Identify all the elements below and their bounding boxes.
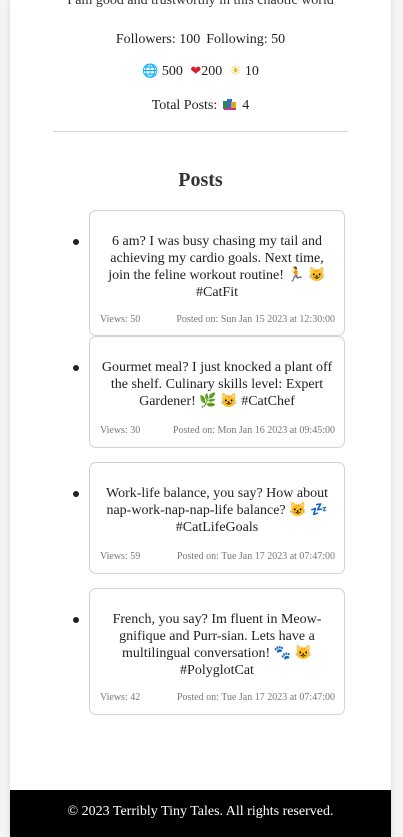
- total-posts: Total Posts: 4: [10, 97, 391, 115]
- post-views: Views: 59: [100, 551, 141, 562]
- followers-count[interactable]: Followers: 100: [116, 32, 200, 47]
- total-posts-label: Total Posts:: [151, 98, 218, 113]
- following-count[interactable]: Following: 50: [206, 32, 285, 47]
- list-item: French, you say? Im fluent in Meow-gnifi…: [10, 588, 391, 729]
- list-bullet: [73, 617, 79, 623]
- post-meta: Views: 50 Posted on: Sun Jan 15 2023 at …: [90, 314, 344, 326]
- globe-stat-value: 500: [161, 64, 183, 79]
- post-date: Posted on: Sun Jan 15 2023 at 12:30:00: [176, 314, 335, 325]
- post-card[interactable]: French, you say? Im fluent in Meow-gnifi…: [89, 588, 345, 715]
- post-views: Views: 50: [100, 314, 141, 325]
- footer-copyright: © 2023 Terribly Tiny Tales. All rights r…: [67, 804, 334, 819]
- post-date: Posted on: Tue Jan 17 2023 at 07:47:00: [176, 551, 335, 562]
- section-divider: [53, 131, 348, 132]
- heart-stat: ❤200: [190, 64, 225, 79]
- post-views: Views: 42: [100, 692, 141, 703]
- heart-stat-value: 200: [201, 64, 223, 79]
- books-icon: [222, 99, 236, 110]
- post-text: French, you say? Im fluent in Meow-gnifi…: [112, 612, 322, 678]
- profile-section: I am good and trustworthy in this chaoti…: [10, 0, 391, 132]
- profile-bio: I am good and trustworthy in this chaoti…: [67, 0, 334, 8]
- post-text: Gourmet meal? I just knocked a plant off…: [101, 360, 333, 409]
- follow-stats: Followers: 100 Following: 50: [10, 31, 391, 49]
- list-item: 6 am? I was busy chasing my tail and ach…: [10, 210, 391, 351]
- profile-card: I am good and trustworthy in this chaoti…: [10, 0, 391, 837]
- list-bullet: [73, 491, 79, 497]
- post-meta: Views: 42 Posted on: Tue Jan 17 2023 at …: [90, 692, 344, 704]
- engagement-stats: 🌐 500 ❤200 ☀ 10: [10, 63, 391, 81]
- posts-heading: Posts: [178, 169, 223, 191]
- list-item: Gourmet meal? I just knocked a plant off…: [10, 336, 391, 477]
- post-meta: Views: 30 Posted on: Mon Jan 16 2023 at …: [90, 425, 344, 437]
- post-list: 6 am? I was busy chasing my tail and ach…: [10, 210, 391, 715]
- list-bullet: [73, 365, 79, 371]
- post-views: Views: 30: [100, 425, 141, 436]
- sun-icon: ☀: [229, 64, 242, 79]
- post-text: Work-life balance, you say? How about na…: [105, 486, 329, 535]
- post-text: 6 am? I was busy chasing my tail and ach…: [108, 234, 326, 300]
- heart-icon: ❤: [190, 64, 202, 79]
- sun-stat: ☀ 10: [230, 64, 259, 79]
- total-posts-value: 4: [242, 98, 250, 113]
- post-date: Posted on: Mon Jan 16 2023 at 09:45:00: [173, 425, 335, 436]
- globe-stat: 🌐 500: [142, 64, 186, 79]
- post-card[interactable]: 6 am? I was busy chasing my tail and ach…: [89, 210, 345, 336]
- post-card[interactable]: Work-life balance, you say? How about na…: [89, 462, 345, 574]
- list-bullet: [73, 239, 79, 245]
- sun-stat-value: 10: [244, 64, 259, 79]
- post-card[interactable]: Gourmet meal? I just knocked a plant off…: [89, 336, 345, 448]
- site-footer: © 2023 Terribly Tiny Tales. All rights r…: [10, 790, 391, 837]
- post-meta: Views: 59 Posted on: Tue Jan 17 2023 at …: [90, 551, 344, 563]
- list-item: Work-life balance, you say? How about na…: [10, 462, 391, 603]
- post-date: Posted on: Tue Jan 17 2023 at 07:47:00: [176, 692, 335, 703]
- globe-icon: 🌐: [142, 64, 159, 79]
